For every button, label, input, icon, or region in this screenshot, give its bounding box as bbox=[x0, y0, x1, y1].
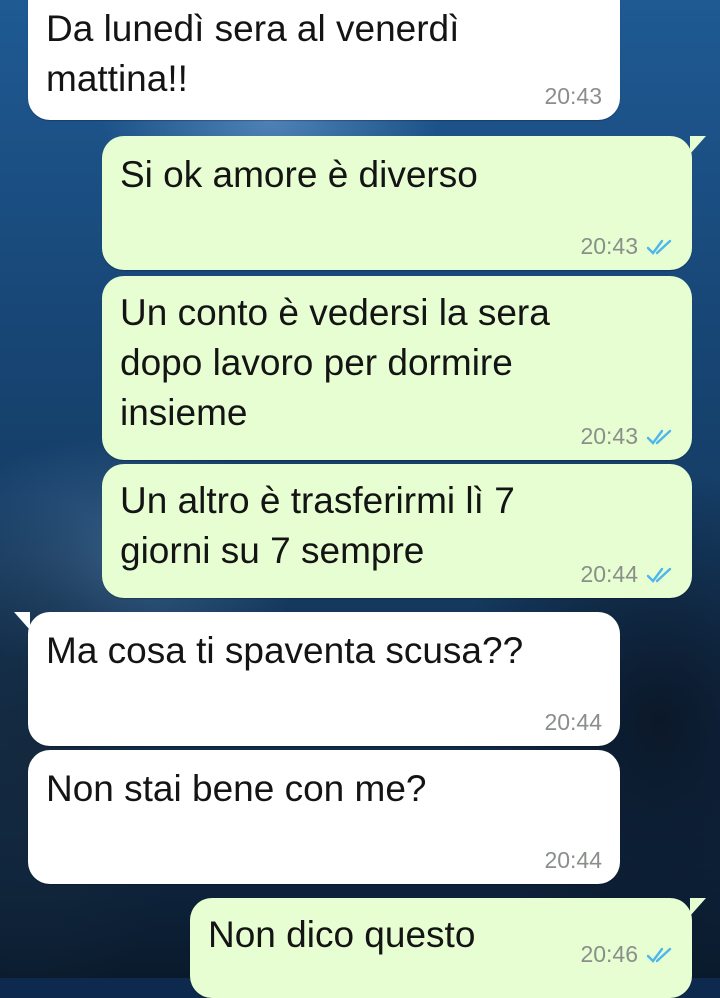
double-check-read-icon bbox=[646, 947, 672, 963]
message-time: 20:43 bbox=[580, 423, 638, 449]
message-meta: 20:43 bbox=[580, 233, 676, 260]
message-text: Da lunedì sera al venerdì mattina!! bbox=[46, 8, 460, 99]
message-time: 20:43 bbox=[544, 83, 602, 109]
message-bubble-outgoing[interactable]: Non dico questo 20:46 bbox=[190, 898, 706, 998]
message-text: Si ok amore è diverso bbox=[120, 154, 478, 195]
message-text: Non dico questo bbox=[208, 914, 476, 955]
double-check-read-icon bbox=[646, 567, 672, 583]
message-meta: 20:44 bbox=[544, 709, 602, 736]
message-time: 20:46 bbox=[580, 941, 638, 967]
message-bubble-outgoing[interactable]: Un conto è vedersi la sera dopo lavoro p… bbox=[102, 276, 692, 460]
double-check-read-icon bbox=[646, 429, 672, 445]
message-bubble-incoming[interactable]: Ma cosa ti spaventa scusa?? 20:44 bbox=[14, 612, 620, 746]
message-meta: 20:43 bbox=[544, 83, 602, 110]
message-time: 20:44 bbox=[544, 709, 602, 735]
message-bubble-outgoing[interactable]: Un altro è trasferirmi lì 7 giorni su 7 … bbox=[102, 464, 692, 598]
message-meta: 20:44 bbox=[544, 847, 602, 874]
message-time: 20:44 bbox=[580, 561, 638, 587]
message-meta: 20:46 bbox=[580, 941, 676, 968]
message-time: 20:44 bbox=[544, 847, 602, 873]
message-text: Non stai bene con me? bbox=[46, 768, 427, 809]
double-check-read-icon bbox=[646, 239, 672, 255]
message-bubble-outgoing[interactable]: Si ok amore è diverso 20:43 bbox=[102, 136, 706, 270]
message-time: 20:43 bbox=[580, 233, 638, 259]
message-bubble-incoming[interactable]: Da lunedì sera al venerdì mattina!! 20:4… bbox=[28, 0, 620, 120]
message-text: Un altro è trasferirmi lì 7 giorni su 7 … bbox=[120, 480, 515, 571]
message-meta: 20:43 bbox=[580, 423, 676, 450]
message-text: Un conto è vedersi la sera dopo lavoro p… bbox=[120, 292, 550, 433]
message-bubble-incoming[interactable]: Non stai bene con me? 20:44 bbox=[28, 750, 620, 884]
message-meta: 20:44 bbox=[580, 561, 676, 588]
message-text: Ma cosa ti spaventa scusa?? bbox=[46, 630, 524, 671]
